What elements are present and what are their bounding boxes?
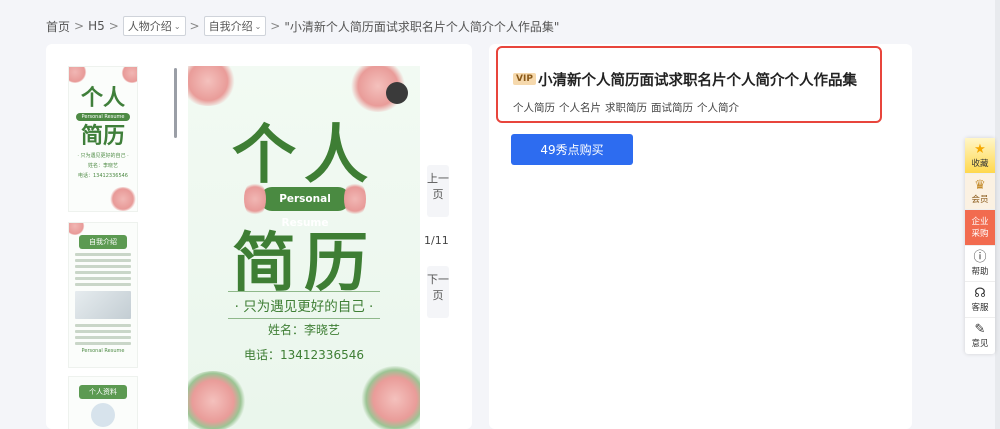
- member-label: 会员: [971, 194, 989, 205]
- breadcrumb-separator: >: [270, 19, 281, 33]
- tag[interactable]: 求职简历: [605, 100, 647, 115]
- favorite-button[interactable]: ★ 收藏: [965, 138, 995, 174]
- side-toolbar: ★ 收藏 ♛ 会员 企业采购 ⓘ 帮助 ☊ 客服 ✎ 意见: [965, 138, 995, 354]
- thumb-name: 姓名：李晓艺: [87, 163, 118, 169]
- product-info-card: VIP 小清新个人简历面试求职名片个人简介个人作品集 个人简历 个人名片 求职简…: [489, 44, 912, 429]
- thumbnail-page-3[interactable]: 个人资料: [68, 376, 138, 429]
- flower-decoration: [188, 371, 248, 429]
- customer-service-button[interactable]: ☊ 客服: [965, 282, 995, 318]
- tag[interactable]: 个人简历: [513, 100, 555, 115]
- question-icon: ⓘ: [973, 249, 987, 265]
- tag[interactable]: 个人名片: [559, 100, 601, 115]
- vip-badge: VIP: [513, 73, 536, 85]
- breadcrumb-h5[interactable]: H5: [88, 19, 105, 33]
- thumb-section-title: 个人资料: [79, 385, 127, 399]
- thumb-text-lines: [69, 253, 137, 286]
- thumbnail-scrollbar[interactable]: [174, 68, 177, 138]
- thumbnail-page-2[interactable]: 自我介绍 Personal Resume: [68, 222, 138, 368]
- thumb-phone: 电话：13412336546: [78, 173, 128, 179]
- breadcrumb-current: "小清新个人简历面试求职名片个人简介个人作品集": [284, 19, 560, 34]
- feedback-icon: ✎: [974, 322, 986, 337]
- page-indicator: 1/11: [424, 234, 449, 247]
- breadcrumb-home[interactable]: 首页: [46, 18, 70, 35]
- breadcrumb-dropdown-self[interactable]: 自我介绍 ⌄: [203, 16, 267, 36]
- favorite-label: 收藏: [971, 158, 989, 169]
- thumb-photo: [75, 291, 131, 319]
- resume-title-line1: 个人: [232, 118, 376, 193]
- prev-page-button[interactable]: 上一页: [427, 165, 449, 217]
- flower-decoration: [360, 366, 420, 429]
- help-label: 帮助: [971, 266, 989, 277]
- chevron-down-icon: ⌄: [254, 21, 262, 31]
- headset-icon: ☊: [974, 285, 986, 301]
- thumb-title-1: 个人: [80, 85, 125, 111]
- dropdown-label: 人物介绍: [127, 20, 172, 33]
- preview-card: 个人 Personal Resume 简历 · 只为遇见更好的自己 · 姓名：李…: [46, 44, 472, 429]
- chevron-down-icon: ⌄: [173, 21, 181, 31]
- next-page-button[interactable]: 下一页: [427, 266, 449, 318]
- thumb-slogan: · 只为遇见更好的自己 ·: [77, 153, 129, 159]
- resume-name: 姓名：李晓艺: [267, 323, 340, 337]
- flower-decoration: [69, 67, 87, 83]
- thumb-footer: Personal Resume: [81, 348, 125, 354]
- enterprise-purchase-label: 企业采购: [971, 216, 989, 239]
- help-button[interactable]: ⓘ 帮助: [965, 246, 995, 282]
- thumbnail-page-1[interactable]: 个人 Personal Resume 简历 · 只为遇见更好的自己 · 姓名：李…: [68, 66, 138, 212]
- enterprise-purchase-button[interactable]: 企业采购: [965, 210, 995, 246]
- service-label: 客服: [971, 302, 989, 313]
- resume-badge: Personal Resume: [260, 187, 350, 229]
- crown-icon: ♛: [974, 177, 986, 193]
- thumb-badge: Personal Resume: [76, 113, 130, 121]
- breadcrumb-separator: >: [74, 19, 85, 33]
- flower-decoration: [188, 66, 238, 106]
- resume-preview: 个人 Personal Resume 简历 · 只为遇见更好的自己 · 姓名：李…: [188, 66, 420, 429]
- buy-button[interactable]: 49秀点购买: [511, 134, 633, 165]
- breadcrumb-separator: >: [108, 19, 119, 33]
- page-scrollbar[interactable]: [995, 0, 1000, 429]
- flower-decoration: [69, 223, 85, 235]
- resume-slogan: · 只为遇见更好的自己 ·: [228, 291, 380, 319]
- title-highlight-box: VIP 小清新个人简历面试求职名片个人简介个人作品集 个人简历 个人名片 求职简…: [496, 46, 882, 123]
- flower-decoration: [109, 187, 137, 211]
- breadcrumb: 首页 > H5 > 人物介绍 ⌄ > 自我介绍 ⌄ > "小清新个人简历面试求职…: [46, 16, 559, 36]
- thumb-section-title: 自我介绍: [79, 235, 127, 249]
- resume-phone: 电话：13412336546: [244, 348, 364, 362]
- breadcrumb-separator: >: [189, 19, 200, 33]
- tag[interactable]: 面试简历: [651, 100, 693, 115]
- star-icon: ★: [974, 141, 986, 157]
- avatar: [91, 403, 115, 427]
- feedback-label: 意见: [971, 339, 989, 349]
- breadcrumb-dropdown-person[interactable]: 人物介绍 ⌄: [122, 16, 186, 36]
- member-button[interactable]: ♛ 会员: [965, 174, 995, 210]
- feedback-button[interactable]: ✎ 意见: [965, 318, 995, 354]
- tag-list: 个人简历 个人名片 求职简历 面试简历 个人简介: [513, 100, 739, 115]
- thumb-text-lines: [69, 324, 137, 345]
- product-title: 小清新个人简历面试求职名片个人简介个人作品集: [538, 73, 857, 89]
- thumbnail-list: 个人 Personal Resume 简历 · 只为遇见更好的自己 · 姓名：李…: [68, 66, 138, 429]
- dropdown-label: 自我介绍: [208, 20, 253, 33]
- music-icon[interactable]: [386, 82, 408, 104]
- flower-decoration: [121, 67, 137, 83]
- tag[interactable]: 个人简介: [697, 100, 739, 115]
- thumb-title-2: 简历: [80, 123, 125, 149]
